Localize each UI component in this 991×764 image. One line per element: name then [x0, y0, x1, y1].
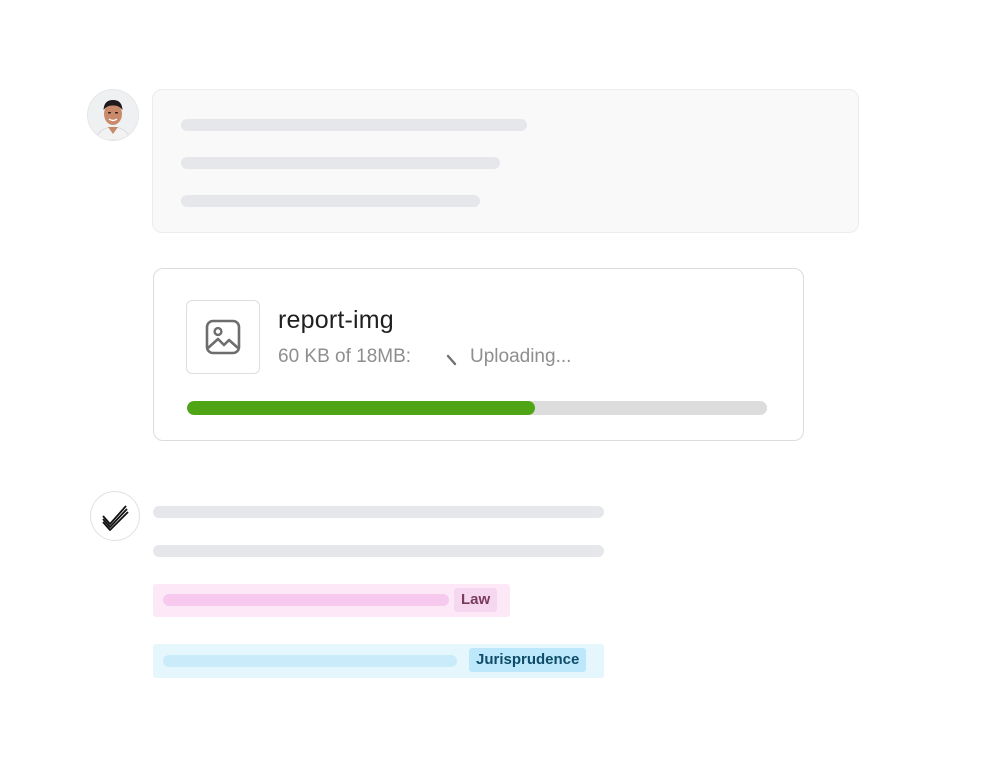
- law-tag: Law: [454, 588, 498, 612]
- highlight-bar: [163, 594, 449, 606]
- double-check-icon: [102, 505, 129, 531]
- jurisprudence-highlight-row: Jurisprudence: [153, 644, 604, 678]
- skeleton-line: [153, 545, 604, 557]
- jurisprudence-tag: Jurisprudence: [469, 648, 587, 672]
- file-size-text: 60 KB of 18MB:: [278, 346, 412, 367]
- law-highlight-row: Law: [153, 584, 510, 617]
- skeleton-line: [181, 157, 500, 169]
- highlight-bar: [163, 655, 457, 667]
- upload-progress-bar: [187, 401, 767, 415]
- image-icon: [205, 319, 241, 355]
- user-avatar-image: [88, 90, 138, 140]
- assistant-avatar: [90, 491, 140, 541]
- file-thumbnail: [186, 300, 260, 374]
- upload-progress-fill: [187, 401, 535, 415]
- skeleton-line: [181, 195, 480, 207]
- user-avatar: [88, 90, 138, 140]
- user-message-card: [152, 89, 859, 233]
- skeleton-line: [181, 119, 527, 131]
- skeleton-line: [153, 506, 604, 518]
- file-name: report-img: [278, 306, 394, 334]
- spinner-icon: [446, 354, 457, 366]
- upload-status-text: Uploading...: [470, 346, 572, 367]
